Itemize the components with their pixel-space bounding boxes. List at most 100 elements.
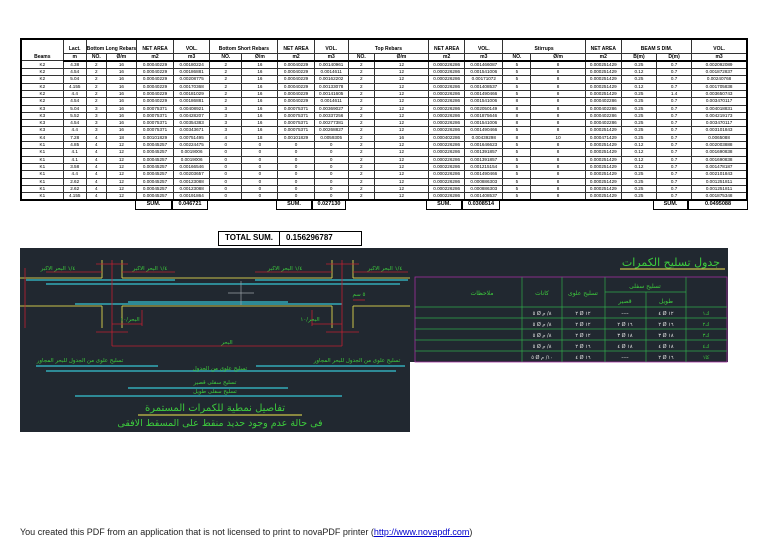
- table-cell: 16: [105, 119, 137, 128]
- table-cell: 12: [373, 82, 430, 92]
- unit-header: NO.: [502, 52, 532, 62]
- schedule-cell-beam: ك٣: [703, 333, 710, 339]
- footer-text: You created this PDF from an application…: [20, 527, 374, 537]
- table-cell: 4.38: [62, 60, 87, 70]
- table-cell: 12: [373, 148, 430, 157]
- table-cell: 4.85: [62, 141, 87, 150]
- table-cell: 0.00224475: [173, 141, 211, 150]
- novapdf-link[interactable]: http://www.novapdf.com: [374, 527, 470, 537]
- table-cell: 0.00040229: [277, 97, 315, 106]
- table-cell: 0: [313, 141, 349, 150]
- table-cell: 2: [347, 133, 375, 143]
- table-cell: 12: [105, 170, 137, 179]
- table-cell: 0.12: [620, 141, 657, 150]
- table-cell: 0.00181029: [173, 89, 211, 99]
- table-cell: 0.000226286: [428, 177, 466, 186]
- table-cell: 16: [373, 133, 430, 143]
- table-cell: 12: [105, 177, 137, 186]
- table-cell: 0.000226286: [428, 82, 466, 92]
- table-row: K4 7.28 4 18 0.00101829 0.00751495 4 18 0.001018…: [20, 133, 748, 143]
- schedule-cell-stirrups: ٥ Ø ٨/ م: [533, 310, 552, 317]
- table-cell: 12: [373, 177, 430, 186]
- unit-header: m2: [135, 52, 175, 62]
- table-cell: 0.000251429: [584, 177, 622, 186]
- table-cell: 0: [313, 177, 349, 186]
- table-cell: 0.000226286: [428, 126, 466, 135]
- table-cell: K1: [20, 141, 64, 150]
- table-row: K3 5.52 3 16 0.00075371 0.00428207 3 16 0.000753…: [20, 111, 748, 121]
- schedule-cell-short: ----: [621, 355, 628, 361]
- table-cell: 0.25: [620, 170, 657, 179]
- col-net-area-4: NET AREA: [584, 38, 622, 54]
- table-cell: 0.000226286: [428, 104, 466, 113]
- table-cell: 16: [105, 60, 137, 70]
- table-cell: 12: [105, 148, 137, 157]
- label-top-from-table: تسليح علوى من الجدول: [193, 366, 248, 372]
- table-cell: 8: [502, 97, 532, 106]
- sum-top: 0.0308514: [462, 200, 500, 210]
- unit-header: B(m): [620, 52, 657, 62]
- table-row: K1 4.85 4 12 0.00045257 0.00224475 0 0 0 0 2 12 0.00…: [20, 141, 748, 150]
- table-cell: 5: [502, 184, 532, 194]
- table-cell: 4: [85, 148, 107, 157]
- table-cell: 0.00166546: [173, 162, 211, 172]
- table-cell: 0.000226286: [428, 141, 466, 150]
- table-cell: 3: [85, 111, 107, 121]
- schedule-cell-long: ٢ Ø ١٦: [658, 321, 673, 328]
- schedule-cell-top: ٢ Ø ١٢: [575, 321, 590, 328]
- table-cell: 4: [209, 133, 243, 143]
- table-cell: 12: [373, 111, 430, 121]
- total-sum-label: TOTAL SUM.: [225, 233, 273, 242]
- table-cell: K1: [20, 162, 64, 172]
- label-top-adjacent: تسليح علوى من الجدول للبحر المجاور: [313, 358, 401, 364]
- table-cell: 0.001391857: [464, 148, 504, 157]
- table-cell: K3: [20, 104, 64, 113]
- table-cell: 0.00075371: [135, 104, 175, 113]
- table-cell: 0.000402286: [428, 133, 466, 143]
- unit-header: Ø/m: [373, 52, 430, 62]
- table-cell: 12: [373, 162, 430, 172]
- table-cell: 0: [241, 170, 279, 179]
- table-cell: 0.00045257: [135, 141, 175, 150]
- table-cell: 0.00040229: [135, 60, 175, 70]
- table-cell: 2: [347, 104, 375, 113]
- unit-header: m3: [464, 52, 504, 62]
- table-cell: 0.002003888: [691, 141, 748, 150]
- table-cell: 0.002092089: [691, 60, 748, 70]
- table-cell: 0.002101843: [691, 170, 748, 179]
- table-cell: 8: [530, 126, 586, 135]
- label-bottom-long: تسليح سفلى طويل: [193, 389, 237, 395]
- table-cell: K3: [20, 126, 64, 135]
- table-cell: 2: [347, 60, 375, 70]
- table-cell: 0.000226286: [428, 119, 466, 128]
- table-cell: 5.52: [62, 111, 87, 121]
- drawing-subtitle: فى حالة عدم وجود حديد منقط على المسقط ال…: [117, 418, 322, 429]
- table-cell: 7.28: [62, 133, 87, 143]
- table-cell: 5: [502, 60, 532, 70]
- table-cell: K1: [20, 184, 64, 194]
- table-cell: 0.00343671: [173, 126, 211, 135]
- table-cell: 16: [241, 60, 279, 70]
- col-long: طويل: [659, 298, 673, 305]
- col-bottom-reinforcement: تسليح سفلى: [629, 283, 661, 290]
- sum-row: SUM. 0.046721 SUM. 0.027130 SUM. 0.03085…: [20, 200, 748, 211]
- table-cell: 16: [105, 75, 137, 84]
- table-cell: 0.0059305: [313, 133, 349, 143]
- table-cell: K4: [20, 133, 64, 143]
- table-cell: 0: [277, 170, 315, 179]
- table-cell: 0.00045257: [135, 162, 175, 172]
- table-cell: 0.000471429: [584, 133, 622, 143]
- table-cell: 0.25: [620, 104, 657, 113]
- table-cell: 0.001490466: [464, 126, 504, 135]
- table-cell: 2: [85, 82, 107, 92]
- table-cell: 5: [502, 68, 532, 77]
- table-cell: 12: [105, 162, 137, 172]
- table-cell: 0.000226286: [428, 60, 466, 70]
- table-cell: 2: [347, 170, 375, 179]
- table-cell: 0.00123088: [173, 184, 211, 194]
- table-cell: 0: [277, 177, 315, 186]
- table-cell: 4.1: [62, 155, 87, 164]
- table-cell: 8: [502, 104, 532, 113]
- table-cell: 0.001408537: [464, 82, 504, 92]
- table-cell: 0.7: [655, 170, 693, 179]
